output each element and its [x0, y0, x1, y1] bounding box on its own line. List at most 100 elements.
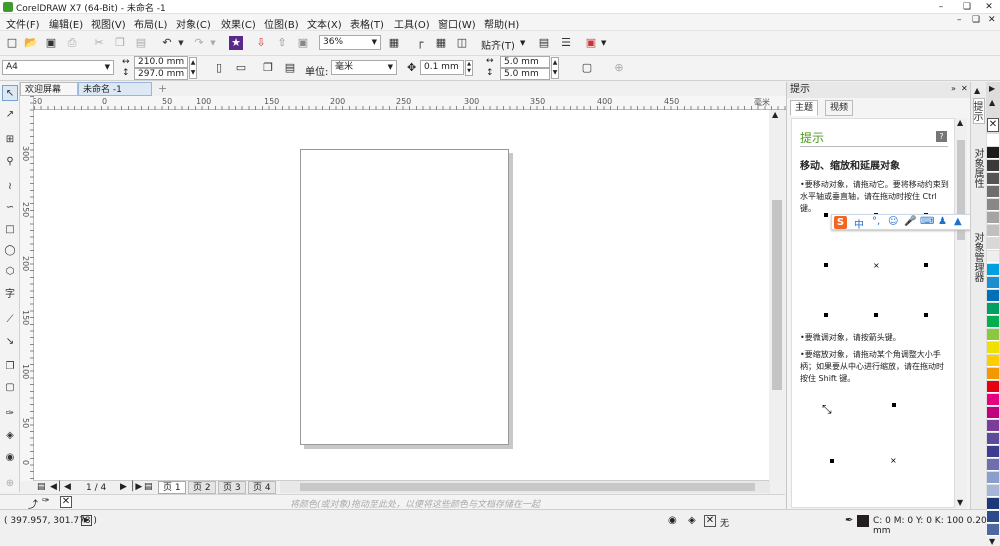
color-swatch[interactable] — [987, 316, 999, 328]
scroll-down-icon[interactable]: ▼ — [957, 498, 963, 507]
scroll-up-icon[interactable]: ▲ — [989, 98, 995, 107]
doc-minimize-button[interactable]: – — [957, 15, 962, 25]
docker-scrollbar[interactable]: ▲ ▼ — [955, 118, 967, 508]
color-swatch[interactable] — [987, 199, 999, 211]
crop-tool-icon[interactable]: ⊞ — [2, 132, 18, 148]
vertical-scroll-thumb[interactable] — [772, 200, 782, 390]
zoom-level-select[interactable]: 36% ▼ — [319, 35, 381, 50]
palette-menu-icon[interactable]: ▶ — [989, 84, 995, 93]
tab-welcome-screen[interactable]: 欢迎屏幕 — [20, 82, 78, 96]
color-swatch[interactable] — [987, 212, 999, 224]
color-swatch[interactable] — [987, 420, 999, 432]
prev-page-icon[interactable]: ◀ — [64, 482, 71, 492]
polygon-tool-icon[interactable]: ⬡ — [2, 264, 18, 280]
color-swatch[interactable] — [987, 498, 999, 510]
zoom-tool-icon[interactable]: ⚲ — [2, 154, 18, 170]
connector-tool-icon[interactable]: ↘ — [2, 334, 18, 350]
transparency-tool-icon[interactable]: ▢ — [2, 380, 18, 396]
chevron-down-icon[interactable]: ▼ — [601, 39, 606, 47]
color-swatch[interactable] — [987, 134, 999, 146]
artistic-media-icon[interactable]: ∽ — [2, 200, 18, 216]
page-tab-2[interactable]: 页 2 — [188, 481, 216, 494]
color-swatch[interactable] — [987, 524, 999, 536]
menu-effects[interactable]: 效果(C) — [221, 16, 256, 31]
no-color-swatch[interactable]: ✕ — [60, 496, 72, 508]
color-swatch[interactable] — [987, 147, 999, 159]
all-pages-icon[interactable]: ❐ — [259, 59, 277, 77]
color-swatch[interactable] — [987, 238, 999, 250]
page-size-spinner[interactable]: ▲ ▼ — [189, 57, 197, 79]
landscape-icon[interactable]: ▭ — [232, 59, 250, 77]
color-swatch[interactable] — [987, 251, 999, 263]
menu-table[interactable]: 表格(T) — [350, 16, 384, 31]
side-tab-object-properties[interactable]: 对象属性 — [972, 146, 985, 190]
show-grid-icon[interactable]: ▦ — [432, 34, 450, 52]
outline-color-swatch[interactable] — [857, 515, 869, 527]
ellipse-tool-icon[interactable]: ◯ — [2, 243, 18, 259]
color-swatch[interactable] — [987, 381, 999, 393]
side-tab-object-manager[interactable]: 对象管理器 — [972, 230, 985, 284]
color-swatch[interactable] — [987, 407, 999, 419]
page-size-select[interactable]: A4 ▼ — [2, 60, 114, 75]
keyboard-icon[interactable]: ⌨ — [920, 216, 934, 227]
options-icon[interactable]: ▤ — [535, 34, 553, 52]
add-toolbar-icon[interactable]: ⊕ — [610, 59, 628, 77]
user-icon[interactable]: ♟ — [938, 216, 947, 227]
no-fill-swatch[interactable]: ✕ — [704, 515, 716, 527]
page-width-field[interactable]: 210.0 mm — [134, 56, 188, 68]
search-content-icon[interactable]: ★ — [229, 36, 243, 50]
help-icon[interactable]: ? — [936, 131, 947, 142]
color-swatch[interactable] — [987, 394, 999, 406]
cut-icon[interactable]: ✂ — [90, 34, 108, 52]
color-swatch[interactable] — [987, 355, 999, 367]
side-tab-hints[interactable]: 提示 — [971, 98, 985, 124]
page-tab-1[interactable]: 页 1 — [158, 481, 186, 494]
menu-window[interactable]: 窗口(W) — [438, 16, 476, 31]
eyedropper-icon[interactable]: ✑ — [42, 496, 50, 506]
eyedropper-tool-icon[interactable]: ✑ — [2, 406, 18, 422]
duplicate-y-field[interactable]: 5.0 mm — [500, 68, 550, 80]
skin-icon[interactable]: ▲ — [954, 216, 962, 227]
redo-dropdown-icon[interactable]: ▼ — [204, 34, 222, 52]
document-page[interactable] — [300, 149, 509, 445]
menu-text[interactable]: 文本(X) — [307, 16, 342, 31]
next-page-icon[interactable]: ▶ — [120, 482, 127, 492]
minimize-button[interactable]: – — [930, 0, 952, 14]
color-swatch[interactable] — [987, 329, 999, 341]
dimension-tool-icon[interactable]: ⟋ — [2, 312, 18, 328]
unit-select[interactable]: 毫米 ▼ — [331, 60, 397, 75]
page-tab-3[interactable]: 页 3 — [218, 481, 246, 494]
new-icon[interactable]: □ — [3, 34, 21, 52]
portrait-icon[interactable]: ▯ — [210, 59, 228, 77]
publish-pdf-icon[interactable]: ▣ — [294, 34, 312, 52]
menu-file[interactable]: 文件(F) — [6, 16, 40, 31]
add-page-after-icon[interactable]: ▤ — [144, 482, 153, 492]
color-swatch[interactable] — [987, 225, 999, 237]
docker-tab-topics[interactable]: 主题 — [790, 100, 819, 116]
shape-tool-icon[interactable]: ↗ — [2, 107, 18, 123]
doc-restore-button[interactable]: ❏ — [972, 15, 980, 25]
pick-tool-icon[interactable]: ↖ — [2, 85, 18, 101]
duplicate-x-field[interactable]: 5.0 mm — [500, 56, 550, 68]
close-button[interactable]: ✕ — [978, 0, 1000, 14]
voice-icon[interactable]: 🎤 — [904, 216, 916, 227]
menu-object[interactable]: 对象(C) — [176, 16, 211, 31]
scroll-down-icon[interactable]: ▼ — [989, 537, 995, 546]
color-swatch[interactable] — [987, 511, 999, 523]
docker-close-icon[interactable]: ✕ — [961, 84, 968, 93]
color-swatch[interactable] — [987, 342, 999, 354]
scroll-up-icon[interactable]: ▲ — [974, 86, 980, 95]
scroll-up-icon[interactable]: ▲ — [772, 110, 778, 119]
vertical-ruler[interactable]: 300 250 200 150 100 50 0 — [20, 96, 34, 481]
doc-close-button[interactable]: ✕ — [988, 15, 996, 25]
save-icon[interactable]: ▣ — [42, 34, 60, 52]
welcome-screen-icon[interactable]: ▣ — [582, 34, 600, 52]
full-screen-preview-icon[interactable]: ▦ — [385, 34, 403, 52]
color-swatch[interactable] — [987, 472, 999, 484]
color-swatch[interactable] — [987, 446, 999, 458]
ime-mode-toggle[interactable]: 中 — [854, 216, 864, 231]
menu-layout[interactable]: 布局(L) — [134, 16, 167, 31]
nudge-spinner[interactable]: ▲ ▼ — [465, 60, 473, 76]
scroll-up-icon[interactable]: ▲ — [957, 118, 963, 127]
color-profile-icon[interactable]: ◉ — [668, 515, 677, 526]
